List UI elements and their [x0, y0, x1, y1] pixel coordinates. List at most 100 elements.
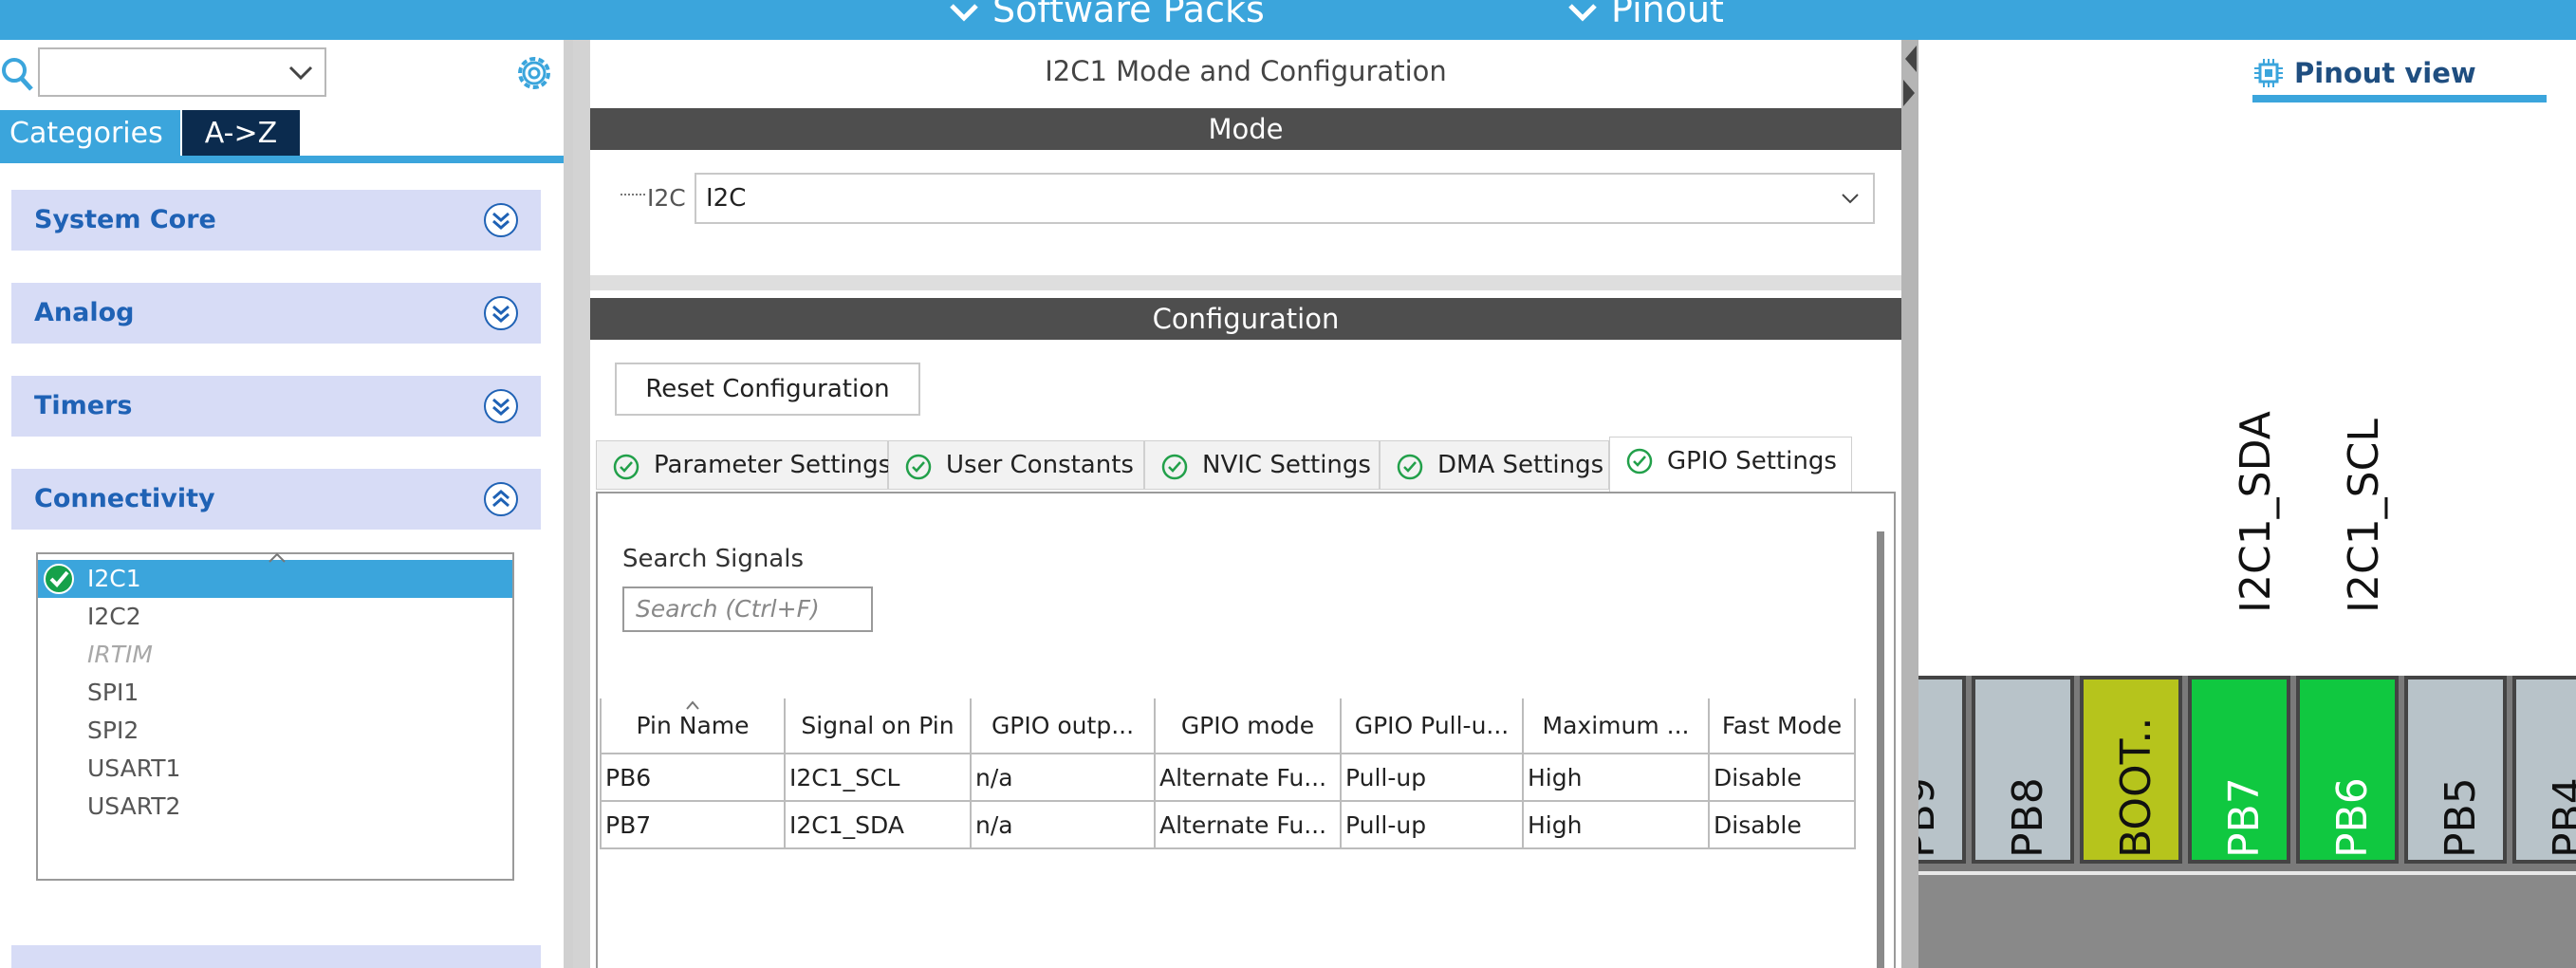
- column-header-pin-name[interactable]: Pin Name: [600, 698, 786, 754]
- tab-label: NVIC Settings: [1202, 451, 1371, 479]
- search-combobox[interactable]: [38, 47, 326, 97]
- pin-pb9[interactable]: PB9: [1918, 676, 1966, 864]
- category-system-core[interactable]: System Core: [11, 190, 541, 251]
- gear-icon[interactable]: [512, 51, 556, 95]
- page-title: I2C1 Mode and Configuration: [1045, 55, 1447, 87]
- cell-signal: I2C1_SCL: [785, 754, 972, 802]
- table-scrollbar[interactable]: [1877, 531, 1884, 968]
- list-item-usart2[interactable]: USART2: [38, 788, 512, 826]
- chip-icon: [2254, 59, 2283, 87]
- pinout-menu[interactable]: Pinout: [1567, 0, 1724, 30]
- list-item-irtim[interactable]: IRTIM: [38, 636, 512, 674]
- pin-label: PB5: [2437, 777, 2485, 858]
- column-header-gpio-mode[interactable]: GPIO mode: [1155, 698, 1342, 754]
- pin-label: BOOT..: [2112, 717, 2160, 858]
- software-packs-menu[interactable]: Software Packs: [949, 0, 1265, 30]
- list-item-label: USART1: [87, 754, 181, 782]
- cell-fast-mode: Disable: [1709, 801, 1856, 849]
- gpio-pin-table: Pin Name Signal on Pin GPIO outp... GPIO…: [600, 698, 1856, 849]
- scroll-up-icon[interactable]: [268, 552, 287, 564]
- tab-label: DMA Settings: [1437, 451, 1604, 479]
- reset-configuration-button[interactable]: Reset Configuration: [615, 363, 920, 416]
- pin-label: PB6: [2328, 777, 2377, 858]
- cell-gpio-output: n/a: [971, 754, 1156, 802]
- column-header-gpio-pull[interactable]: GPIO Pull-u...: [1341, 698, 1524, 754]
- column-header-signal[interactable]: Signal on Pin: [785, 698, 972, 754]
- tab-dma-settings[interactable]: DMA Settings: [1380, 440, 1609, 490]
- chevron-down-icon: [950, 4, 978, 22]
- category-timers[interactable]: Timers: [11, 376, 541, 437]
- column-header-max-speed[interactable]: Maximum ...: [1523, 698, 1710, 754]
- list-item-label: SPI2: [87, 717, 139, 744]
- category-connectivity[interactable]: Connectivity: [11, 469, 541, 530]
- pin-pb6[interactable]: PB6: [2296, 676, 2399, 864]
- tab-user-constants[interactable]: User Constants: [888, 440, 1144, 490]
- i2c-mode-select[interactable]: I2C: [695, 173, 1875, 224]
- left-splitter[interactable]: [573, 40, 590, 968]
- list-item-label: USART2: [87, 792, 181, 820]
- cell-max-speed: High: [1523, 801, 1710, 849]
- gpio-settings-panel: Search Signals Search (Ctrl+F) Pin Name …: [596, 492, 1896, 968]
- cell-fast-mode: Disable: [1709, 754, 1856, 802]
- pin-pb5[interactable]: PB5: [2404, 676, 2507, 864]
- search-signals-input[interactable]: Search (Ctrl+F): [622, 586, 873, 632]
- cell-gpio-mode: Alternate Fu...: [1155, 801, 1342, 849]
- category-label: System Core: [34, 205, 216, 234]
- chevron-down-icon: [1568, 4, 1597, 22]
- signal-label-i2c1-scl: I2C1_SCL: [2340, 419, 2388, 613]
- tab-label: Parameter Settings: [654, 451, 892, 479]
- category-label: Analog: [34, 298, 135, 327]
- category-analog[interactable]: Analog: [11, 283, 541, 344]
- left-panel-scrollbar[interactable]: [564, 40, 573, 968]
- expand-icon[interactable]: [482, 294, 520, 332]
- tab-nvic-settings[interactable]: NVIC Settings: [1144, 440, 1380, 490]
- check-circle-icon: [1397, 454, 1423, 480]
- search-signals-label: Search Signals: [622, 545, 805, 573]
- table-row[interactable]: PB6 I2C1_SCL n/a Alternate Fu... Pull-up…: [600, 754, 1856, 802]
- table-row[interactable]: PB7 I2C1_SDA n/a Alternate Fu... Pull-up…: [600, 801, 1856, 849]
- list-item-i2c1[interactable]: I2C1: [38, 560, 512, 598]
- pin-pb7[interactable]: PB7: [2188, 676, 2290, 864]
- sort-ascending-icon: [686, 700, 699, 710]
- pin-boot0[interactable]: BOOT..: [2080, 676, 2182, 864]
- cell-gpio-mode: Alternate Fu...: [1155, 754, 1342, 802]
- list-item-spi1[interactable]: SPI1: [38, 674, 512, 712]
- tab-gpio-settings[interactable]: GPIO Settings: [1609, 437, 1852, 492]
- list-item-label: IRTIM: [87, 641, 153, 668]
- column-header-fast-mode[interactable]: Fast Mode: [1709, 698, 1856, 754]
- pin-pb8[interactable]: PB8: [1972, 676, 2074, 864]
- pin-pb4[interactable]: PB4: [2512, 676, 2576, 864]
- column-header-label: Pin Name: [636, 712, 750, 739]
- pin-label: PB8: [2004, 777, 2052, 858]
- category-multimedia[interactable]: [11, 945, 541, 968]
- tab-pinout-view[interactable]: Pinout view: [2252, 57, 2476, 89]
- collapse-arrows-icon[interactable]: [1901, 42, 1918, 110]
- list-item-usart1[interactable]: USART1: [38, 750, 512, 788]
- tab-parameter-settings[interactable]: Parameter Settings: [596, 440, 892, 490]
- check-circle-icon: [44, 564, 74, 594]
- check-circle-icon: [613, 454, 639, 480]
- top-navigation-bar: Software Packs Pinout: [0, 0, 2576, 40]
- chevron-down-icon: [1842, 194, 1859, 204]
- list-item-spi2[interactable]: SPI2: [38, 712, 512, 750]
- pin-label: PB4: [2545, 777, 2576, 858]
- table-header-row: Pin Name Signal on Pin GPIO outp... GPIO…: [600, 698, 1856, 754]
- collapse-icon[interactable]: [482, 480, 520, 518]
- column-header-gpio-output[interactable]: GPIO outp...: [971, 698, 1156, 754]
- tab-a-to-z[interactable]: A->Z: [182, 110, 300, 158]
- i2c-field-label: I2C: [621, 184, 686, 212]
- pin-label: PB9: [1918, 777, 1944, 858]
- category-tabs: Categories A->Z: [0, 110, 300, 159]
- list-item-i2c2[interactable]: I2C2: [38, 598, 512, 636]
- tab-categories[interactable]: Categories: [0, 110, 180, 158]
- expand-icon[interactable]: [482, 387, 520, 425]
- cell-pin-name: PB6: [600, 754, 786, 802]
- configuration-header: Configuration: [590, 298, 1901, 340]
- check-circle-icon: [905, 454, 932, 480]
- tab-label: User Constants: [946, 451, 1134, 479]
- search-icon[interactable]: [0, 55, 34, 93]
- cell-gpio-output: n/a: [971, 801, 1156, 849]
- list-item-label: I2C1: [87, 565, 141, 592]
- expand-icon[interactable]: [482, 201, 520, 239]
- right-splitter[interactable]: [1901, 40, 1918, 968]
